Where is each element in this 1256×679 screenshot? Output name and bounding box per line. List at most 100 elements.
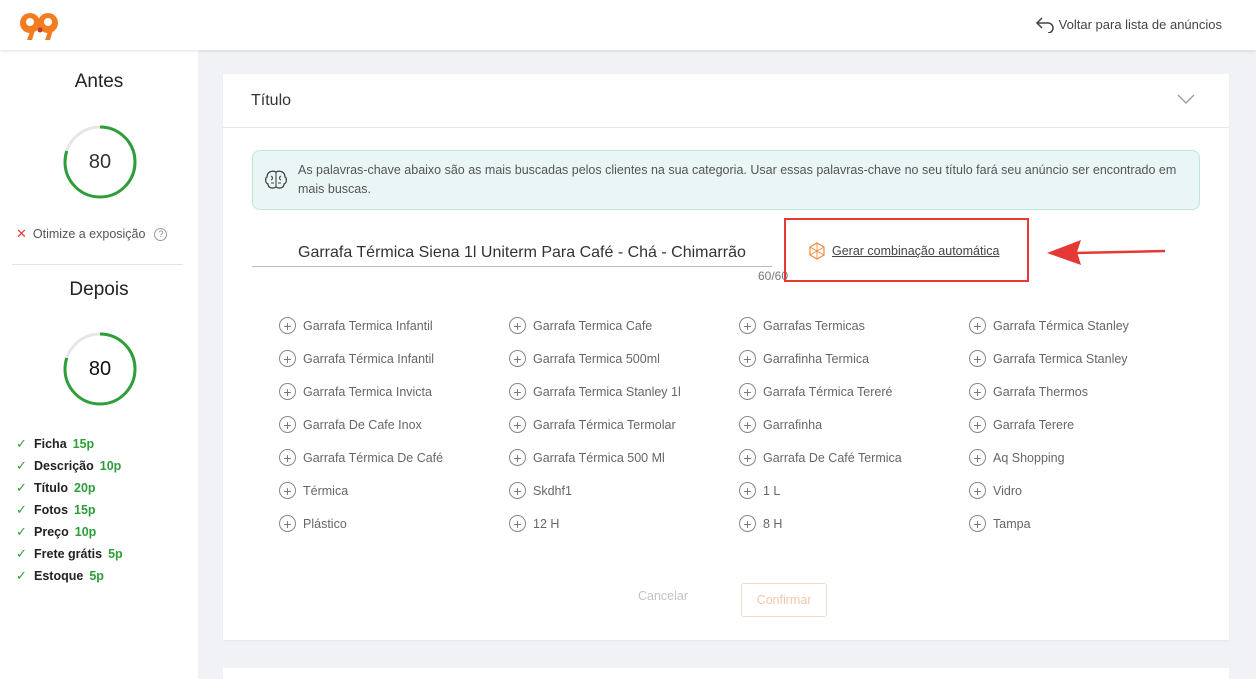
keyword-label: Garrafa Térmica Stanley — [993, 318, 1129, 333]
keyword-suggestion[interactable]: + Garrafa Térmica Termolar — [509, 416, 676, 433]
keyword-label: 8 H — [763, 516, 783, 531]
check-icon: ✓ — [16, 436, 27, 451]
plus-circle-icon: + — [509, 482, 526, 499]
highlight-box — [784, 218, 1029, 282]
keyword-label: Tampa — [993, 516, 1031, 531]
sidebar-divider — [12, 264, 183, 265]
checklist-points: 20p — [74, 481, 96, 495]
plus-circle-icon: + — [509, 317, 526, 334]
checklist-label: Estoque — [34, 569, 84, 583]
cancel-button[interactable]: Cancelar — [638, 589, 688, 603]
keyword-suggestion[interactable]: + Garrafa De Cafe Inox — [279, 416, 422, 433]
checklist-points: 10p — [74, 525, 97, 539]
checklist-label: Descrição — [34, 459, 94, 473]
plus-circle-icon: + — [279, 482, 296, 499]
next-section-card — [223, 668, 1229, 679]
checklist-label: Título — [34, 481, 69, 495]
keyword-suggestion[interactable]: +8 H — [739, 515, 782, 532]
keyword-label: Garrafa Térmica De Café — [303, 450, 444, 465]
keyword-suggestion[interactable]: + Garrafa Térmica 500 Ml — [509, 449, 665, 466]
keyword-suggestion[interactable]: + Térmica — [279, 482, 348, 499]
keyword-label: Garrafa Termica Stanley 1l — [533, 384, 681, 399]
keyword-suggestion[interactable]: + Plástico — [279, 515, 347, 532]
keyword-suggestion[interactable]: + Garrafa Termica Cafe — [509, 317, 652, 334]
chevron-down-icon[interactable] — [1177, 92, 1195, 106]
checklist-label: Preço — [34, 525, 69, 539]
plus-circle-icon: + — [739, 416, 756, 433]
keyword-label: Garrafa De Café Termica — [763, 450, 902, 465]
check-icon: ✓ — [16, 524, 27, 539]
keyword-label: Aq Shopping — [993, 450, 1065, 465]
plus-circle-icon: + — [739, 449, 756, 466]
keyword-suggestion[interactable]: + Aq Shopping — [969, 449, 1065, 466]
brand-logo[interactable] — [18, 10, 60, 42]
keyword-suggestion[interactable]: + Garrafinha Termica — [739, 350, 869, 367]
plus-circle-icon: + — [739, 350, 756, 367]
plus-circle-icon: + — [509, 416, 526, 433]
keyword-suggestion[interactable]: + Vidro — [969, 482, 1022, 499]
back-to-listings-link[interactable]: Voltar para lista de anúncios — [1035, 15, 1222, 33]
checklist-item: ✓ Título 20p — [16, 477, 123, 499]
red-arrow-annotation — [1047, 240, 1166, 265]
plus-circle-icon: + — [509, 515, 526, 532]
checklist-item: ✓ Estoque 5p — [16, 565, 123, 587]
optimize-exposure-warning: ✕ Otimize a exposição ? — [16, 226, 168, 242]
plus-circle-icon: + — [279, 350, 296, 367]
checklist-label: Frete grátis — [34, 547, 103, 561]
keyword-suggestion[interactable]: + Garrafa Térmica Tereré — [739, 383, 892, 400]
plus-circle-icon: + — [509, 449, 526, 466]
plus-circle-icon: + — [969, 515, 986, 532]
keyword-suggestion[interactable]: + Garrafas Termicas — [739, 317, 865, 334]
help-icon[interactable]: ? — [154, 227, 168, 241]
keyword-suggestion[interactable]: +12 H — [509, 515, 559, 532]
keyword-suggestion[interactable]: + Garrafa Termica Stanley — [969, 350, 1128, 367]
plus-circle-icon: + — [279, 515, 296, 532]
section-header[interactable]: Título — [223, 74, 1229, 128]
plus-circle-icon: + — [279, 416, 296, 433]
keyword-suggestion[interactable]: + Garrafinha — [739, 416, 822, 433]
before-title: Antes — [74, 71, 124, 92]
keyword-suggestion[interactable]: + Garrafa Termica Invicta — [279, 383, 432, 400]
keyword-suggestion[interactable]: + Garrafa Thermos — [969, 383, 1088, 400]
keyword-label: Garrafinha Termica — [763, 351, 870, 366]
keyword-suggestion[interactable]: + Garrafa Terere — [969, 416, 1074, 433]
checklist-item: ✓ Descrição 10p — [16, 455, 123, 477]
keyword-label: Garrafa Térmica Infantil — [303, 351, 435, 366]
top-header: Voltar para lista de anúncios — [0, 0, 1256, 50]
keyword-suggestion[interactable]: + Tampa — [969, 515, 1031, 532]
brain-icon — [264, 170, 288, 189]
section-title: Título — [251, 92, 292, 109]
keyword-suggestion[interactable]: + Garrafa Térmica De Café — [279, 449, 443, 466]
title-input[interactable] — [252, 240, 772, 267]
plus-circle-icon: + — [969, 317, 986, 334]
plus-circle-icon: + — [739, 515, 756, 532]
keyword-suggestion[interactable]: + Skdhf1 — [509, 482, 572, 499]
score-sidebar: Antes 80 ✕ Otimize a exposição ? Depois … — [0, 50, 198, 679]
checklist-points: 5p — [108, 547, 123, 561]
plus-circle-icon: + — [969, 449, 986, 466]
keyword-label: Garrafa Termica Cafe — [533, 318, 653, 333]
keyword-label: Garrafas Termicas — [763, 318, 865, 333]
back-arrow-icon — [1035, 17, 1054, 33]
keyword-suggestion[interactable]: +1 L — [739, 482, 780, 499]
keyword-suggestion[interactable]: + Garrafa Termica 500ml — [509, 350, 660, 367]
check-icon: ✓ — [16, 568, 27, 583]
plus-circle-icon: + — [969, 416, 986, 433]
checklist-item: ✓ Frete grátis 5p — [16, 543, 123, 565]
checklist-label: Ficha — [34, 437, 67, 451]
keyword-suggestion[interactable]: + Garrafa Termica Infantil — [279, 317, 433, 334]
plus-circle-icon: + — [509, 350, 526, 367]
keyword-label: Skdhf1 — [533, 483, 572, 498]
keyword-suggestion[interactable]: + Garrafa De Café Termica — [739, 449, 902, 466]
plus-circle-icon: + — [509, 383, 526, 400]
keyword-suggestion[interactable]: + Garrafa Termica Stanley 1l — [509, 383, 681, 400]
keyword-suggestion[interactable]: + Garrafa Térmica Stanley — [969, 317, 1129, 334]
plus-circle-icon: + — [279, 449, 296, 466]
checklist-item: ✓ Fotos 15p — [16, 499, 123, 521]
keyword-label: Plástico — [303, 516, 347, 531]
keyword-label: 1 L — [763, 483, 781, 498]
confirm-button[interactable]: Confirmar — [741, 583, 827, 617]
keyword-suggestion[interactable]: + Garrafa Térmica Infantil — [279, 350, 434, 367]
check-icon: ✓ — [16, 546, 27, 561]
plus-circle-icon: + — [739, 383, 756, 400]
